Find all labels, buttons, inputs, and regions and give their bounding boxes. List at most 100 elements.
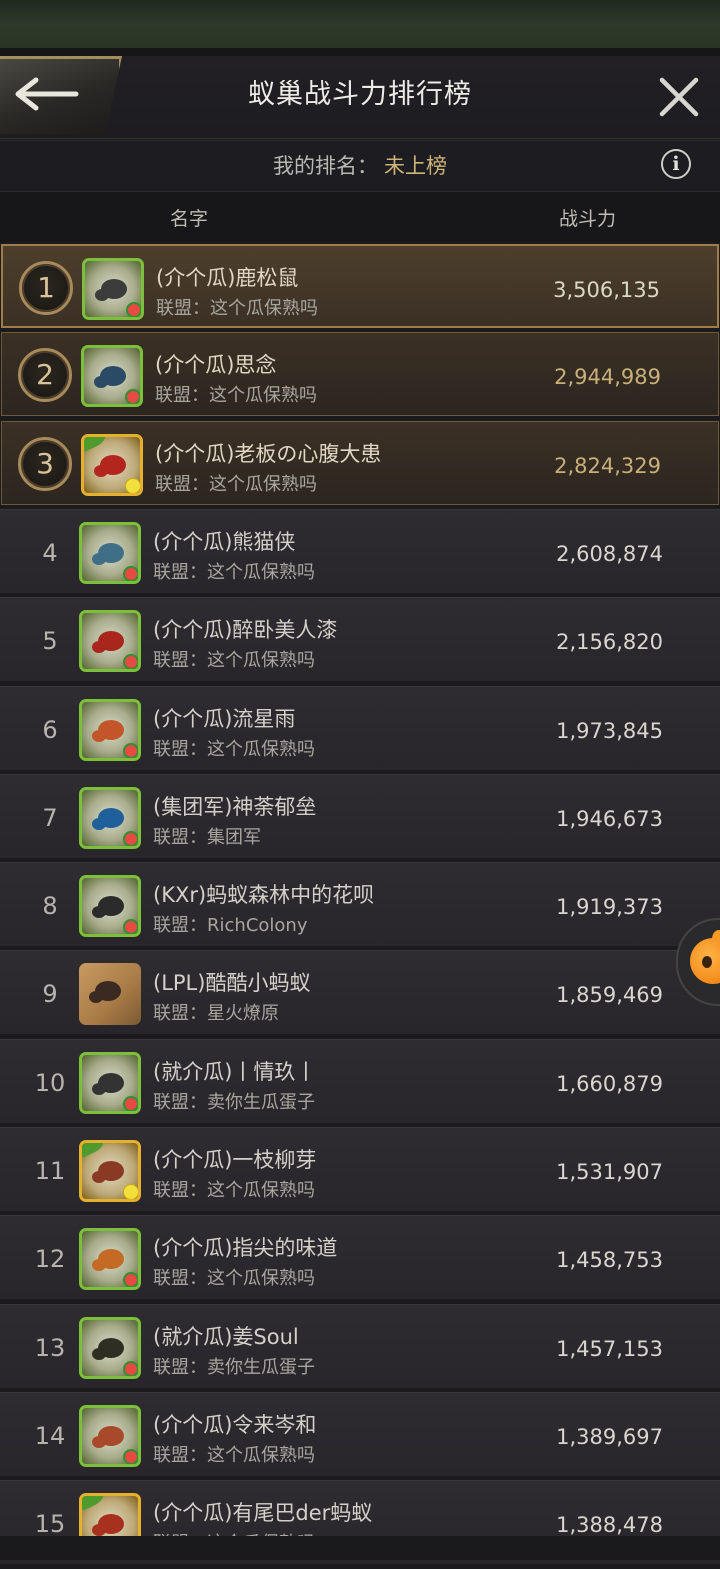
ant-head-icon <box>92 1259 106 1272</box>
power-value: 2,156,820 <box>556 630 663 655</box>
player-alliance: 联盟：星火燎原 <box>153 999 279 1025</box>
ranking-row[interactable]: 7 (集团军)神荼郁垒 联盟：集团军 1,946,673 <box>0 773 720 858</box>
ranking-row[interactable]: 13 (就介瓜)姜Soul 联盟：卖你生瓜蛋子 1,457,153 <box>0 1303 720 1388</box>
player-avatar[interactable] <box>79 1228 141 1291</box>
player-name: (KXr)蚂蚁森林中的花呗 <box>153 883 375 908</box>
player-name: (介个瓜)鹿松鼠 <box>156 266 299 290</box>
alliance-name: 这个瓜保熟吗 <box>207 1268 315 1290</box>
alliance-name: 这个瓜保熟吗 <box>207 561 315 583</box>
player-avatar[interactable] <box>79 521 141 584</box>
ranking-row[interactable]: 1 (介个瓜)鹿松鼠 联盟：这个瓜保熟吗 3,506,135 <box>1 244 719 328</box>
bottom-edge <box>0 1536 720 1560</box>
rank-medal: 2 <box>18 348 72 403</box>
power-value: 3,506,135 <box>553 278 660 302</box>
my-rank-bar: 我的排名： 未上榜 <box>0 140 720 192</box>
ranking-row[interactable]: 12 (介个瓜)指尖的味道 联盟：这个瓜保熟吗 1,458,753 <box>0 1215 720 1300</box>
ranking-row[interactable]: 10 (就介瓜)丨情玖丨 联盟：卖你生瓜蛋子 1,660,879 <box>0 1038 720 1123</box>
ranking-row[interactable]: 6 (介个瓜)流星雨 联盟：这个瓜保熟吗 1,973,845 <box>0 685 720 770</box>
ant-head-icon <box>92 1171 106 1183</box>
alliance-prefix: 联盟： <box>153 1268 207 1290</box>
top-background <box>0 0 720 56</box>
lemon-badge-icon <box>125 477 140 493</box>
player-avatar[interactable] <box>79 875 141 938</box>
player-name: (介个瓜)醉卧美人漆 <box>153 618 338 643</box>
player-alliance: 联盟：这个瓜保熟吗 <box>153 1176 315 1202</box>
ranking-row[interactable]: 5 (介个瓜)醉卧美人漆 联盟：这个瓜保熟吗 2,156,820 <box>0 597 720 682</box>
alliance-prefix: 联盟： <box>153 1180 207 1201</box>
ranking-row[interactable]: 4 (介个瓜)熊猫侠 联盟：这个瓜保熟吗 2,608,874 <box>0 508 720 593</box>
watermelon-badge-icon <box>126 302 141 317</box>
player-avatar[interactable] <box>79 786 141 849</box>
ranking-row[interactable]: 14 (介个瓜)令来岑和 联盟：这个瓜保熟吗 1,389,697 <box>0 1391 720 1476</box>
player-name: (介个瓜)有尾巴der蚂蚁 <box>153 1501 373 1526</box>
player-name: (就介瓜)姜Soul <box>153 1324 299 1349</box>
player-avatar[interactable] <box>81 433 143 496</box>
ranking-row[interactable]: 2 (介个瓜)思念 联盟：这个瓜保熟吗 2,944,989 <box>1 332 719 417</box>
player-name: (LPL)酷酷小蚂蚁 <box>153 971 311 996</box>
watermelon-badge-icon <box>125 389 140 405</box>
player-alliance: 联盟：集团军 <box>153 823 261 849</box>
alliance-prefix: 联盟： <box>153 738 207 760</box>
ranking-row[interactable]: 8 (KXr)蚂蚁森林中的花呗 联盟：RichColony 1,919,373 <box>0 862 720 947</box>
mascot-eye-icon <box>702 956 712 968</box>
watermelon-badge-icon <box>123 742 138 758</box>
player-avatar[interactable] <box>79 1404 141 1467</box>
watermelon-badge-icon <box>123 565 138 581</box>
watermelon-badge-icon <box>123 1095 138 1111</box>
player-alliance: 联盟：RichColony <box>153 911 307 937</box>
player-alliance: 联盟：卖你生瓜蛋子 <box>153 1353 315 1379</box>
column-header: 名字 战斗力 <box>0 192 720 242</box>
player-alliance: 联盟：这个瓜保熟吗 <box>153 558 315 584</box>
alliance-prefix: 联盟： <box>153 1356 207 1378</box>
alliance-prefix: 联盟： <box>153 1091 207 1113</box>
alliance-prefix: 联盟： <box>153 1444 207 1466</box>
ant-head-icon <box>92 1082 106 1095</box>
close-icon <box>659 77 699 117</box>
alliance-name: 这个瓜保熟吗 <box>207 738 315 760</box>
power-value: 2,608,874 <box>556 541 663 566</box>
power-value: 1,946,673 <box>556 806 663 831</box>
player-name: (介个瓜)指尖的味道 <box>153 1236 338 1261</box>
ranking-row[interactable]: 9 (LPL)酷酷小蚂蚁 联盟：星火燎原 1,859,469 <box>0 950 720 1035</box>
alliance-prefix: 联盟： <box>153 826 207 848</box>
ranking-row[interactable]: 11 (介个瓜)一枝柳芽 联盟：这个瓜保熟吗 1,531,907 <box>0 1127 720 1211</box>
alliance-name: 这个瓜保熟吗 <box>207 1180 315 1201</box>
alliance-name: 这个瓜保熟吗 <box>210 298 318 319</box>
watermelon-badge-icon <box>123 1272 138 1288</box>
power-value: 1,660,879 <box>556 1071 663 1096</box>
player-avatar[interactable] <box>79 610 141 673</box>
column-power-header: 战斗力 <box>559 208 617 230</box>
player-avatar[interactable] <box>81 345 143 408</box>
alliance-name: 这个瓜保熟吗 <box>209 473 317 495</box>
player-avatar[interactable] <box>79 1051 141 1114</box>
player-name: (介个瓜)熊猫侠 <box>153 529 296 554</box>
player-name: (介个瓜)老板の心腹大患 <box>155 441 382 466</box>
ant-head-icon <box>92 817 106 830</box>
alliance-name: 集团军 <box>207 826 261 848</box>
my-rank-value: 未上榜 <box>384 154 447 178</box>
ant-head-icon <box>92 729 106 742</box>
rank-medal: 3 <box>18 436 72 491</box>
player-avatar[interactable] <box>79 963 141 1026</box>
page-title: 蚁巢战斗力排行榜 <box>248 79 472 110</box>
leaf-icon <box>84 436 109 452</box>
ant-head-icon <box>94 464 108 477</box>
column-name-header: 名字 <box>170 208 209 230</box>
watermelon-badge-icon <box>123 1360 138 1376</box>
player-avatar[interactable] <box>82 258 144 320</box>
player-avatar[interactable] <box>79 698 141 761</box>
watermelon-badge-icon <box>123 1448 138 1464</box>
alliance-name: 星火燎原 <box>207 1003 279 1025</box>
rank-medal: 1 <box>19 261 73 315</box>
ranking-row[interactable]: 3 (介个瓜)老板の心腹大患 联盟：这个瓜保熟吗 2,824,329 <box>1 420 719 505</box>
alliance-name: RichColony <box>207 915 308 937</box>
player-avatar[interactable] <box>79 1140 141 1202</box>
alliance-prefix: 联盟： <box>156 298 210 319</box>
close-button[interactable] <box>656 74 702 120</box>
player-alliance: 联盟：这个瓜保熟吗 <box>156 294 318 320</box>
alliance-prefix: 联盟： <box>155 385 209 407</box>
power-value: 2,824,329 <box>554 453 661 478</box>
player-avatar[interactable] <box>79 1316 141 1379</box>
alliance-name: 卖你生瓜蛋子 <box>207 1356 315 1378</box>
info-icon[interactable]: i <box>661 149 691 179</box>
